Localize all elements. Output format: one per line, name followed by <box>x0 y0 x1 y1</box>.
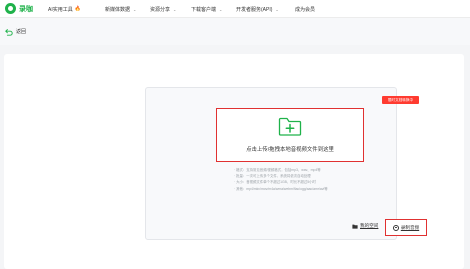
hint-line: · 其他：mp4/mkv/mov/m4a/wma/webm/flac/ogg/a… <box>234 186 328 191</box>
folder-icon <box>352 224 358 229</box>
chevron-down-icon: ⌄ <box>275 6 279 12</box>
nav-developer-api[interactable]: 开发者服务(API) ⌄ <box>236 0 279 18</box>
chevron-down-icon: ⌄ <box>173 6 177 12</box>
upload-hints: · 格式：支持常见音频/视频格式，包括mp3、wav、mp4等 · 批量：一次可… <box>234 167 374 192</box>
upload-dropzone[interactable]: 点击上传/拖拽本地音视频文件到这里 <box>216 108 364 162</box>
my-space-link[interactable]: 我的空间 <box>352 223 378 229</box>
nav-ai-tools[interactable]: AI实用工具 🔥 <box>48 0 81 18</box>
dropzone-label: 点击上传/拖拽本地音视频文件到这里 <box>246 147 334 153</box>
nav-membership[interactable]: 成为会员 <box>295 0 315 18</box>
nav-resources-label: 资源分享 <box>150 6 171 13</box>
logo[interactable]: 录咖 <box>5 0 33 18</box>
back-bar: 返回 <box>0 18 470 45</box>
nav-media-data[interactable]: 新媒体数据 ⌄ <box>105 0 136 18</box>
logo-icon <box>5 3 16 14</box>
chevron-down-icon: ⌄ <box>133 6 137 12</box>
nav-ai-tools-label: AI实用工具 <box>48 6 73 13</box>
record-icon <box>392 224 399 231</box>
back-label: 返回 <box>16 29 27 35</box>
logo-text: 录咖 <box>19 5 33 13</box>
nav-resources[interactable]: 资源分享 ⌄ <box>150 0 176 18</box>
record-audio-button[interactable]: 录制音频 <box>385 219 427 236</box>
nav-download-client[interactable]: 下载客户端 ⌄ <box>191 0 222 18</box>
top-navbar: 录咖 AI实用工具 🔥 新媒体数据 ⌄ 资源分享 ⌄ 下载客户端 ⌄ 开发者服务… <box>0 0 470 18</box>
back-button[interactable]: 返回 <box>5 28 26 36</box>
fire-icon: 🔥 <box>74 6 81 12</box>
folder-add-icon <box>278 117 302 136</box>
back-arrow-icon <box>5 28 13 36</box>
nav-media-data-label: 新媒体数据 <box>105 6 131 13</box>
nav-membership-label: 成为会员 <box>295 6 316 13</box>
chevron-down-icon: ⌄ <box>219 6 223 12</box>
my-space-label: 我的空间 <box>360 223 379 228</box>
promo-badge: 限时文档转换中 <box>382 96 419 104</box>
record-audio-label: 录制音频 <box>400 224 420 230</box>
nav-download-client-label: 下载客户端 <box>191 6 217 13</box>
nav-developer-api-label: 开发者服务(API) <box>236 6 273 13</box>
